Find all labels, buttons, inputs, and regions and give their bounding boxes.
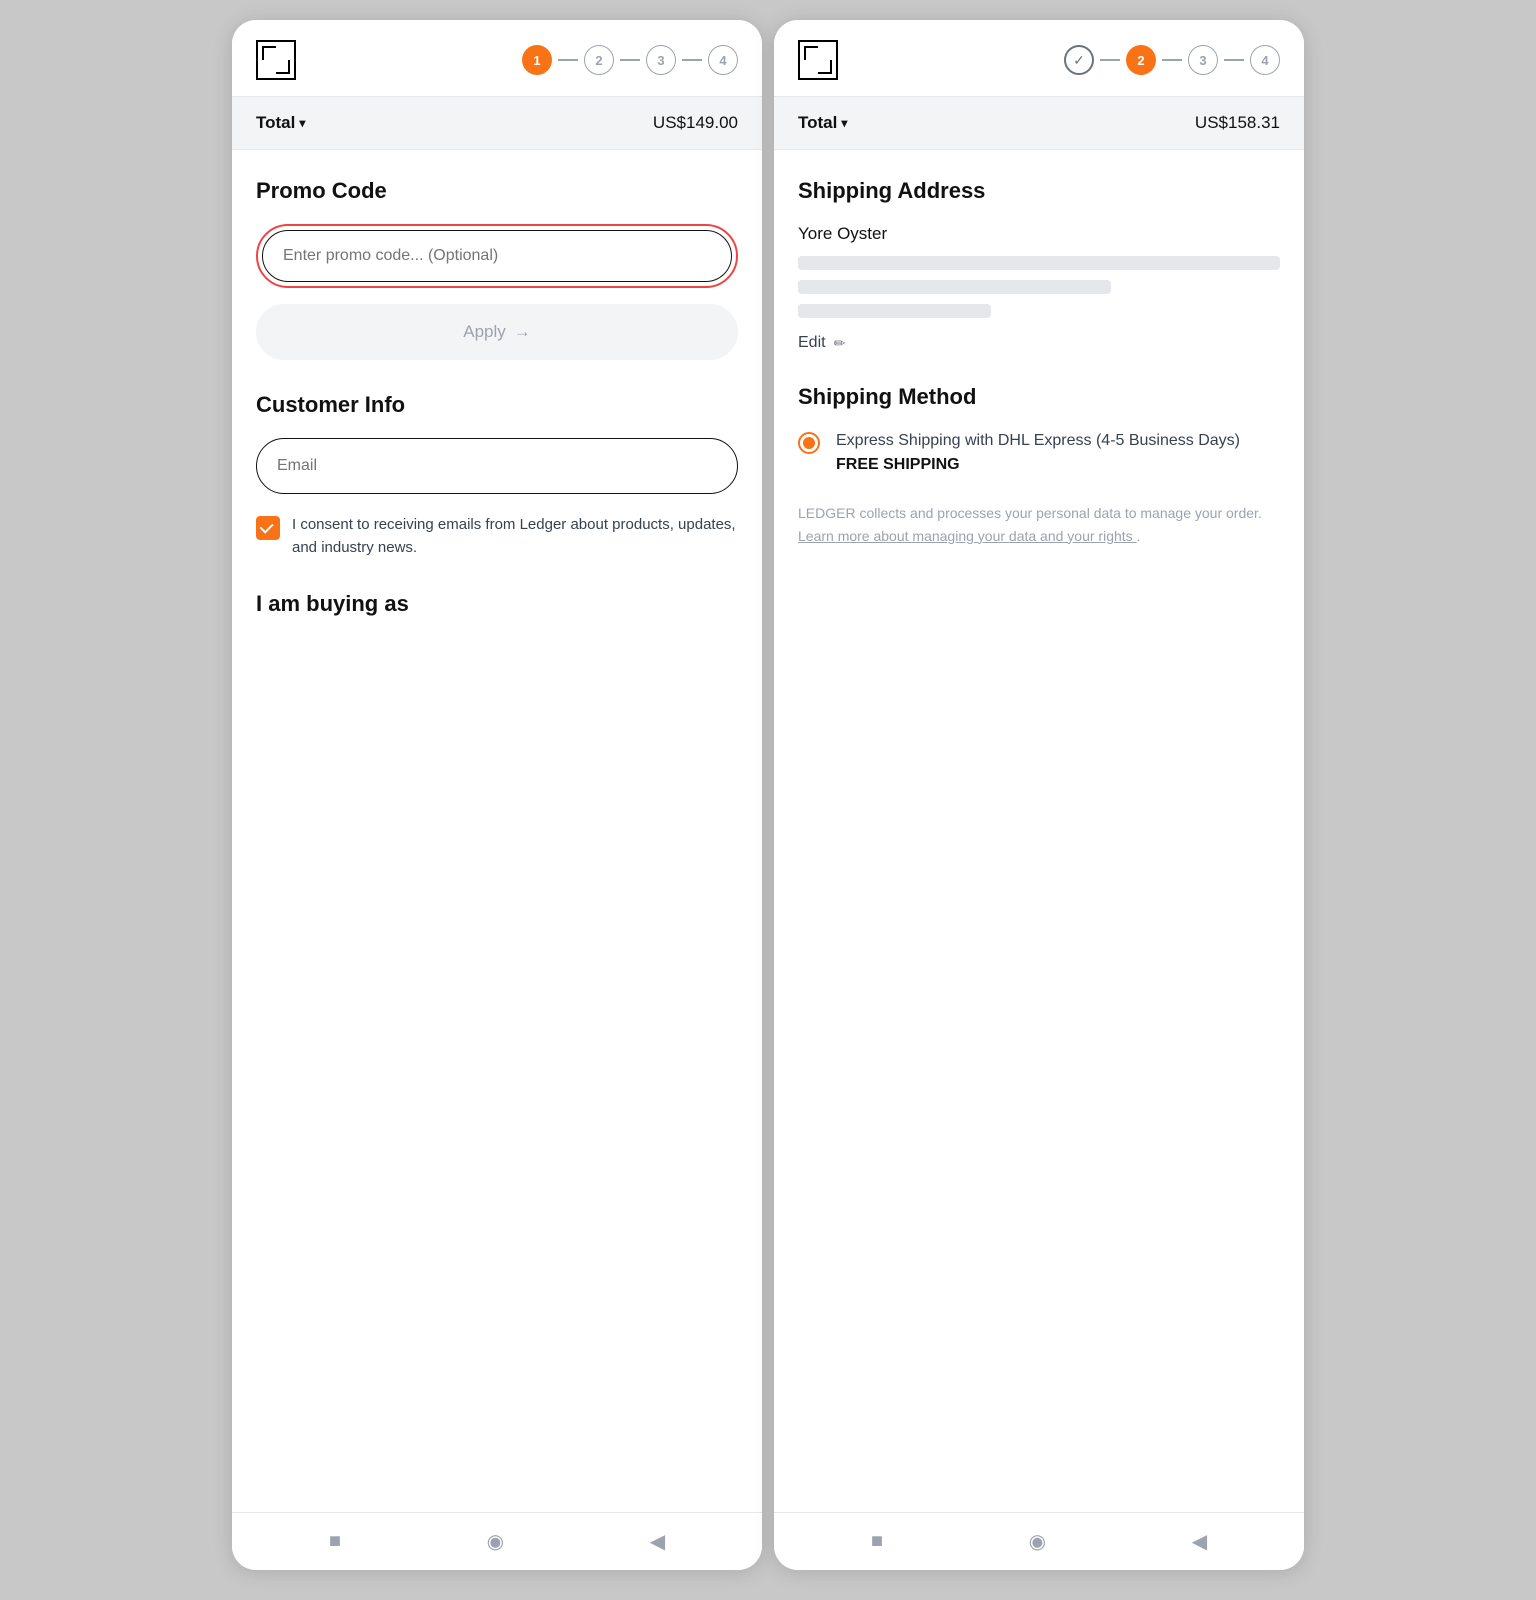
consent-text: I consent to receiving emails from Ledge… [292,514,738,559]
left-total-amount: US$149.00 [653,113,738,133]
privacy-text-before: LEDGER collects and processes your perso… [798,505,1262,521]
right-nav-back-icon[interactable]: ◀ [1192,1529,1207,1554]
right-step-line-2 [1162,59,1182,61]
shipping-radio-inner [803,437,815,449]
right-step-line-3 [1224,59,1244,61]
address-name: Yore Oyster [798,224,1280,244]
left-nav-stop-icon[interactable]: ■ [329,1530,341,1553]
left-bottom-nav: ■ ◉ ◀ [232,1512,762,1570]
consent-row: I consent to receiving emails from Ledge… [256,514,738,559]
right-step-3: 3 [1188,45,1218,75]
shipping-info: Express Shipping with DHL Express (4-5 B… [836,430,1280,474]
right-step-2: 2 [1126,45,1156,75]
right-phone-screen: ✓ 2 3 4 Total ▾ US$158.31 [774,20,1304,1570]
right-step-4: 4 [1250,45,1280,75]
shipping-price: FREE SHIPPING [836,456,1280,474]
left-step-4: 4 [708,45,738,75]
left-nav-home-icon[interactable]: ◉ [487,1529,504,1554]
shipping-option[interactable]: Express Shipping with DHL Express (4-5 B… [798,430,1280,474]
privacy-link[interactable]: Learn more about managing your data and … [798,528,1137,544]
left-logo-icon [256,40,296,80]
right-total-label: Total ▾ [798,113,847,133]
customer-info-title: Customer Info [256,392,738,418]
edit-row[interactable]: Edit ✏ [798,334,1280,352]
promo-section-title: Promo Code [256,178,738,204]
right-screen-content: Shipping Address Yore Oyster Edit ✏ Ship… [774,150,1304,1512]
left-phone-screen: 1 2 3 4 Total ▾ US$14 [232,20,762,1570]
apply-button[interactable]: Apply → [256,304,738,360]
right-total-chevron: ▾ [841,116,847,130]
address-line-3 [798,304,991,318]
left-total-bar[interactable]: Total ▾ US$149.00 [232,96,762,150]
left-step-indicator: 1 2 3 4 [522,45,738,75]
right-step-line-1 [1100,59,1120,61]
screens-container: 1 2 3 4 Total ▾ US$14 [0,0,1536,1600]
consent-checkbox[interactable] [256,516,280,540]
left-header: 1 2 3 4 [232,20,762,96]
right-total-bar[interactable]: Total ▾ US$158.31 [774,96,1304,150]
shipping-radio-button[interactable] [798,432,820,454]
right-nav-home-icon[interactable]: ◉ [1029,1529,1046,1554]
right-step-indicator: ✓ 2 3 4 [1064,45,1280,75]
right-nav-stop-icon[interactable]: ■ [871,1530,883,1553]
left-nav-back-icon[interactable]: ◀ [650,1529,665,1554]
left-step-line-1 [558,59,578,61]
right-header: ✓ 2 3 4 [774,20,1304,96]
shipping-name: Express Shipping with DHL Express (4-5 B… [836,430,1280,452]
promo-code-input[interactable] [262,230,732,282]
shipping-method-title: Shipping Method [798,384,1280,410]
privacy-text: LEDGER collects and processes your perso… [798,502,1280,547]
address-line-2 [798,280,1111,294]
email-input[interactable] [256,438,738,494]
promo-input-wrapper [256,224,738,288]
right-logo-icon [798,40,838,80]
right-step-1: ✓ [1064,45,1094,75]
left-step-3: 3 [646,45,676,75]
privacy-text-after: . [1137,528,1141,544]
buying-as-title: I am buying as [256,591,738,617]
left-step-2: 2 [584,45,614,75]
left-step-1: 1 [522,45,552,75]
left-step-line-2 [620,59,640,61]
pencil-icon: ✏ [834,335,846,352]
left-screen-content: Promo Code Apply → Customer Info I conse… [232,150,762,1512]
right-bottom-nav: ■ ◉ ◀ [774,1512,1304,1570]
address-line-1 [798,256,1280,270]
left-total-label: Total ▾ [256,113,305,133]
left-total-chevron: ▾ [299,116,305,130]
shipping-address-title: Shipping Address [798,178,1280,204]
left-step-line-3 [682,59,702,61]
edit-label: Edit [798,334,826,352]
right-total-amount: US$158.31 [1195,113,1280,133]
